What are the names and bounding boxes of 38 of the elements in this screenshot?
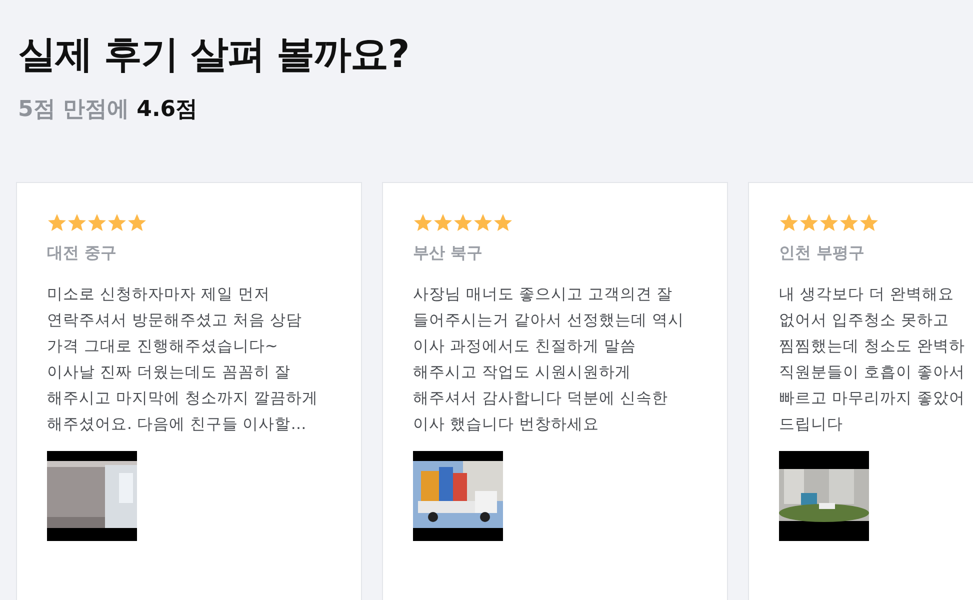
review-text: 찜찜했는데 청소도 완벽하: [779, 336, 965, 357]
star-icon: [433, 213, 453, 233]
review-text: 가격 그대로 진행해주셨습니다~: [47, 336, 278, 357]
review-text: 해주시고 작업도 시원시원하게: [413, 362, 631, 383]
review-text: 해주셨어요. 다음에 친구들 이사할…: [47, 414, 306, 435]
review-text: 빠르고 마무리까지 좋았어: [779, 388, 965, 409]
star-icon: [493, 213, 513, 233]
rating-summary: 5점 만점에 4.6점: [18, 96, 198, 124]
review-text: 이사날 진짜 더웠는데도 꼼꼼히 잘: [47, 362, 291, 383]
review-location: 대전 중구: [47, 242, 117, 264]
review-text: 직원분들이 호흡이 좋아서: [779, 362, 965, 383]
review-text: 내 생각보다 더 완벽해요: [779, 284, 954, 305]
review-text: 미소로 신청하자마자 제일 먼저: [47, 284, 270, 305]
review-text: 이사 했습니다 번창하세요: [413, 414, 599, 435]
star-icon: [413, 213, 433, 233]
review-text: 해주시고 마지막에 청소까지 깔끔하게: [47, 388, 318, 409]
review-text: 드립니다: [779, 414, 843, 435]
star-icon: [453, 213, 473, 233]
star-icon: [67, 213, 87, 233]
star-icon: [779, 213, 799, 233]
review-location: 부산 북구: [413, 242, 483, 264]
star-icon: [859, 213, 879, 233]
page-title: 실제 후기 살펴 볼까요?: [18, 31, 409, 78]
review-text: 없어서 입주청소 못하고: [779, 310, 949, 331]
review-location: 인천 부평구: [779, 242, 865, 264]
star-icon: [839, 213, 859, 233]
star-icon: [87, 213, 107, 233]
star-icon: [107, 213, 127, 233]
review-text: 해주셔서 감사합니다 덕분에 신속한: [413, 388, 668, 409]
star-icon: [819, 213, 839, 233]
star-icon: [127, 213, 147, 233]
star-icon: [47, 213, 67, 233]
star-icon: [799, 213, 819, 233]
review-text: 들어주시는거 같아서 선정했는데 역시: [413, 310, 684, 331]
review-text: 연락주셔서 방문해주셨고 처음 상담: [47, 310, 302, 331]
review-text: 사장님 매너도 좋으시고 고객의견 잘: [413, 284, 673, 305]
star-icon: [473, 213, 493, 233]
review-text: 이사 과정에서도 친절하게 말씀: [413, 336, 636, 357]
